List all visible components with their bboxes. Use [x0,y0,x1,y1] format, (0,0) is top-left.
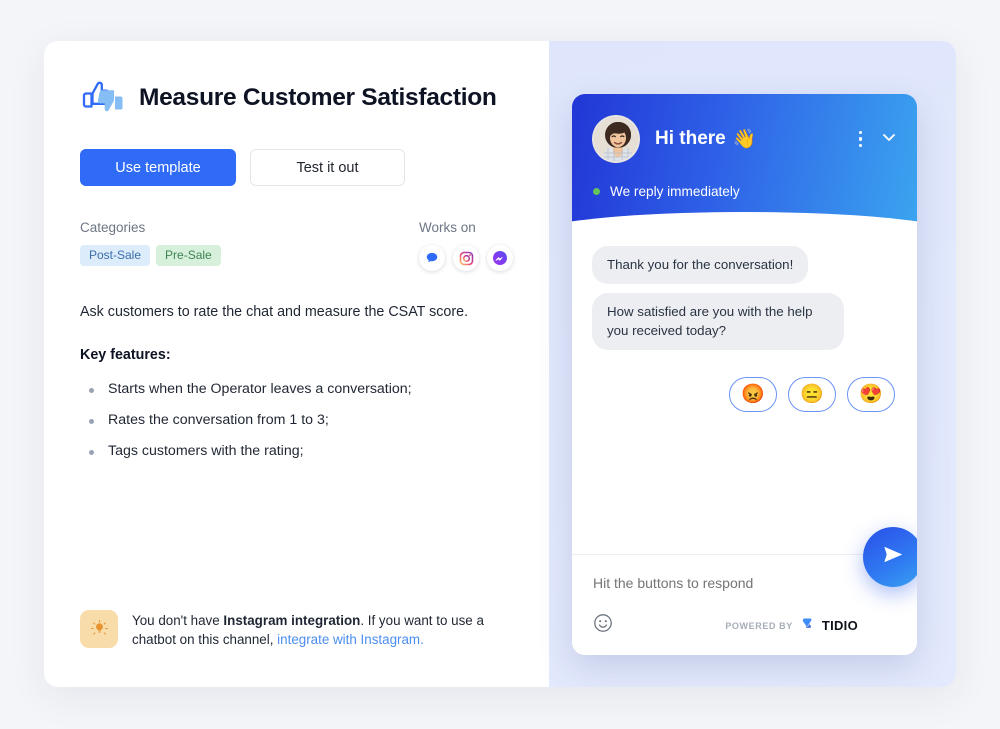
tidio-logo-icon [800,616,815,636]
integration-notice-text: You don't have Instagram integration. If… [132,610,512,649]
chat-message-bubble: Thank you for the conversation! [592,246,809,285]
key-features-list: Starts when the Operator leaves a conver… [80,381,513,459]
chat-widget-footer-row: POWERED BY TIDIO [593,613,896,638]
smiley-face-icon[interactable] [593,613,613,638]
categories-block: Categories Post-Sale Pre-Sale [80,220,419,266]
template-detail-modal: Measure Customer Satisfaction Use templa… [44,41,956,687]
rating-love-button[interactable]: 😍 [847,377,895,413]
chat-widget-header-top: Hi there 👋 [572,94,917,163]
thumbs-up-down-icon [80,77,126,119]
notice-text-part1: You don't have [132,612,224,628]
categories-label: Categories [80,220,146,235]
page-title: Measure Customer Satisfaction [139,84,497,111]
feature-item: Starts when the Operator leaves a conver… [80,381,513,397]
messenger-icon[interactable] [487,245,513,271]
notice-text-bold: Instagram integration [223,612,361,628]
category-tag-list: Post-Sale Pre-Sale [80,245,419,266]
rating-button-group: 😡 😑 😍 [592,377,895,413]
chat-widget-header-actions [858,127,899,152]
chat-message-bubble: How satisfied are you with the help you … [592,293,844,351]
rating-neutral-button[interactable]: 😑 [788,377,836,413]
category-tag-pre-sale[interactable]: Pre-Sale [156,245,221,266]
chat-widget-preview: Hi there 👋 We reply immediately Thank yo… [572,94,917,655]
rating-angry-button[interactable]: 😡 [729,377,777,413]
preview-panel: Hi there 👋 We reply immediately Thank yo… [549,41,956,687]
feature-item: Tags customers with the rating; [80,443,513,459]
chat-widget-greeting: Hi there 👋 [655,127,756,151]
key-features-heading: Key features: [80,347,171,363]
powered-by-brand: TIDIO [821,618,858,633]
meta-row: Categories Post-Sale Pre-Sale Works on [80,220,513,271]
works-on-block: Works on [419,220,513,271]
integrate-with-instagram-link[interactable]: integrate with Instagram. [277,632,424,647]
category-tag-post-sale[interactable]: Post-Sale [80,245,151,266]
powered-by-label: POWERED BY [725,620,793,631]
lightbulb-icon [80,609,118,648]
template-description: Ask customers to rate the chat and measu… [80,304,469,320]
instagram-icon[interactable] [453,245,479,271]
chevron-down-icon[interactable] [879,127,899,152]
send-paper-plane-icon [881,542,906,572]
feature-item: Rates the conversation from 1 to 3; [80,412,513,428]
works-on-label: Works on [419,220,476,235]
avatar [592,115,640,163]
title-row: Measure Customer Satisfaction [80,77,513,119]
waving-hand-icon: 👋 [732,129,757,150]
page-root: Measure Customer Satisfaction Use templa… [0,0,1000,729]
integration-notice: You don't have Instagram integration. If… [80,609,512,649]
status-text: We reply immediately [610,184,740,199]
test-it-out-button[interactable]: Test it out [250,149,405,186]
live-chat-icon[interactable] [419,245,445,271]
status-dot-icon [593,188,600,195]
left-info-panel: Measure Customer Satisfaction Use templa… [44,41,549,687]
three-dots-menu-icon[interactable] [858,130,862,148]
action-button-row: Use template Test it out [80,149,513,186]
chat-widget-messages: Thank you for the conversation! How sati… [572,228,917,594]
channel-icon-list [419,245,513,271]
use-template-button[interactable]: Use template [80,149,236,186]
send-message-button[interactable] [863,527,917,587]
chat-message-input[interactable] [593,575,896,591]
chat-widget-header: Hi there 👋 We reply immediately [572,94,917,228]
powered-by-badge: POWERED BY TIDIO [725,616,858,636]
greeting-text: Hi there [655,128,726,149]
chat-widget-status: We reply immediately [572,163,917,199]
